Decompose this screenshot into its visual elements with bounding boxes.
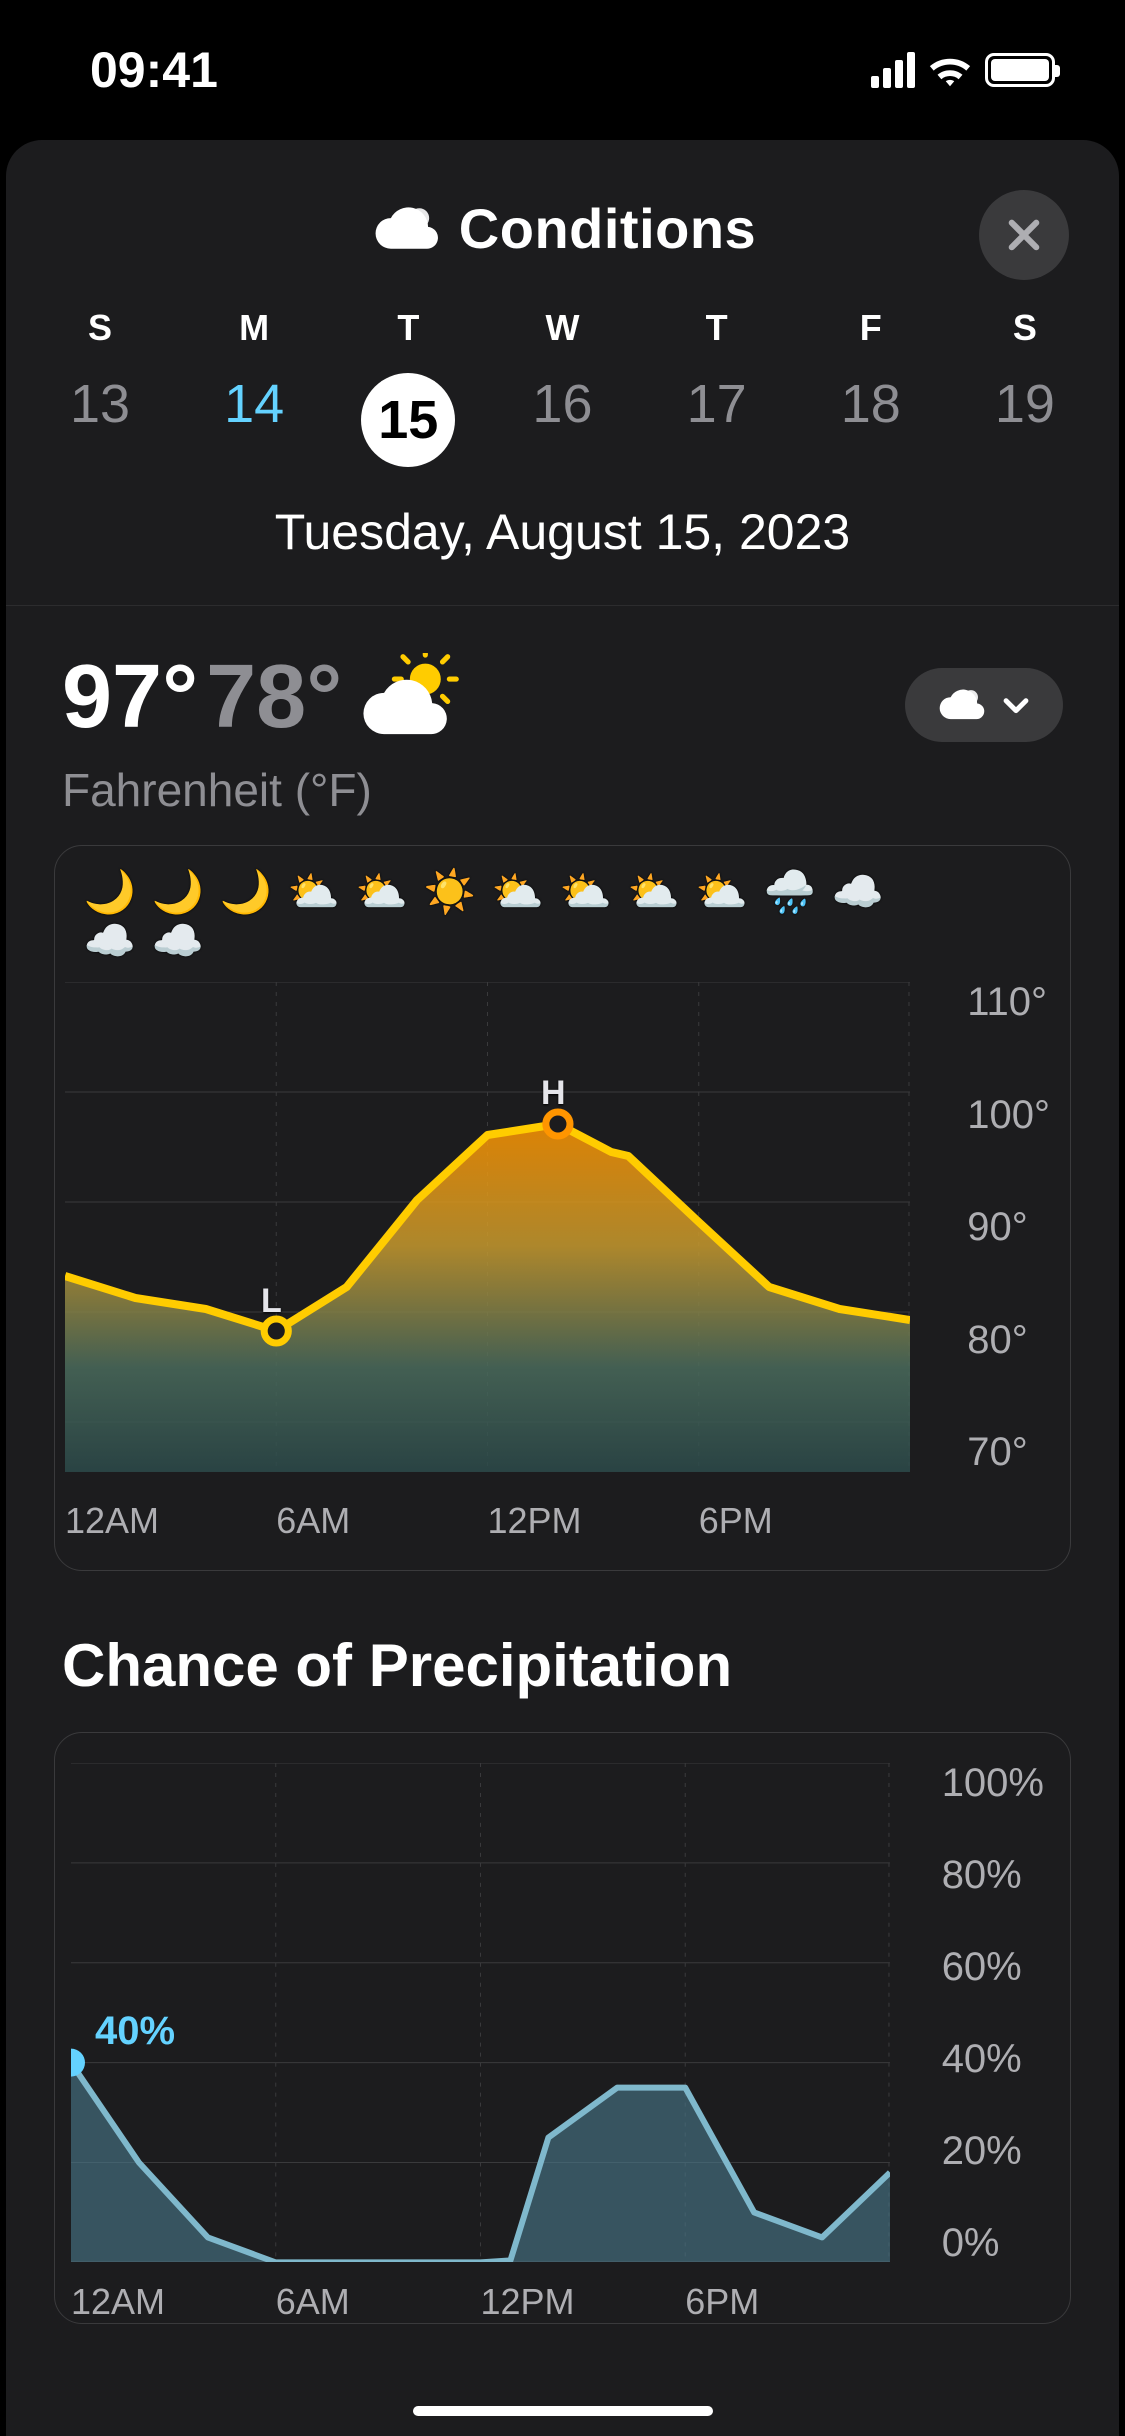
dow-label: S [1013, 307, 1037, 349]
day-col-1[interactable]: M 14 [204, 307, 304, 467]
dow-label: S [88, 307, 112, 349]
precip-y-axis: 100% 80% 60% 40% 20% 0% [942, 1763, 1044, 2263]
hourly-icon: ⛅ [691, 868, 753, 966]
day-number: 17 [687, 373, 747, 435]
day-col-5[interactable]: F 18 [821, 307, 921, 467]
temp-x-axis: 12AM 6AM 12PM 6PM [65, 1500, 910, 1542]
conditions-sheet: Conditions S 13 M 14 T 15 W 16 T 17 [6, 140, 1119, 2436]
unit-label: Fahrenheit (°F) [6, 759, 1119, 845]
summary-row: 97° 78° [6, 606, 1119, 759]
low-marker-label: L [261, 1282, 282, 1321]
dow-label: T [706, 307, 728, 349]
condition-selector-button[interactable] [905, 668, 1063, 742]
hourly-icon: ⛅ [623, 868, 685, 966]
cloud-icon [935, 686, 985, 724]
status-indicators [871, 52, 1055, 88]
temp-area-graph [65, 982, 910, 1472]
sheet-header: Conditions [6, 140, 1119, 291]
wifi-icon [927, 52, 973, 88]
day-number: 18 [841, 373, 901, 435]
day-col-3[interactable]: W 16 [512, 307, 612, 467]
day-number: 15 [361, 373, 455, 467]
hourly-icon: ⛅ [351, 868, 413, 966]
day-col-4[interactable]: T 17 [667, 307, 767, 467]
day-selector: S 13 M 14 T 15 W 16 T 17 F 18 S 19 [6, 291, 1119, 467]
full-date-label: Tuesday, August 15, 2023 [6, 467, 1119, 605]
battery-icon [985, 53, 1055, 87]
hourly-icon: 🌙☁️ [79, 868, 141, 966]
hi-lo-temps: 97° 78° [62, 646, 342, 749]
partly-sunny-icon [360, 653, 470, 743]
high-temp: 97° [62, 646, 198, 749]
close-icon [1003, 214, 1045, 256]
precip-chart-card[interactable]: 40% 100% 80% 60% 40% 20% 0% 12AM 6AM 12P… [54, 1732, 1071, 2324]
cellular-icon [871, 52, 915, 88]
day-col-2[interactable]: T 15 [358, 307, 458, 467]
temperature-chart-card[interactable]: 🌙☁️ 🌙☁️ 🌙 ⛅ ⛅ ☀️ ⛅ ⛅ ⛅ ⛅ 🌧️ ☁️ [54, 845, 1071, 1571]
status-bar: 09:41 [0, 0, 1125, 140]
dow-label: M [239, 307, 269, 349]
precip-area-graph [71, 1763, 890, 2262]
status-time: 09:41 [90, 41, 218, 99]
high-marker-label: H [541, 1074, 566, 1113]
hourly-icon: ☁️ [827, 868, 889, 966]
hourly-condition-icons: 🌙☁️ 🌙☁️ 🌙 ⛅ ⛅ ☀️ ⛅ ⛅ ⛅ ⛅ 🌧️ ☁️ [55, 868, 1070, 966]
hourly-icon: ☀️ [419, 868, 481, 966]
hourly-icon: ⛅ [487, 868, 549, 966]
low-temp: 78° [206, 646, 342, 749]
day-col-6[interactable]: S 19 [975, 307, 1075, 467]
day-col-0[interactable]: S 13 [50, 307, 150, 467]
day-number: 16 [532, 373, 592, 435]
close-button[interactable] [979, 190, 1069, 280]
precip-section-title: Chance of Precipitation [6, 1631, 1119, 1732]
hourly-icon: 🌙☁️ [147, 868, 209, 966]
dow-label: W [545, 307, 579, 349]
hourly-icon: 🌙 [215, 868, 277, 966]
precip-chart: 40% 100% 80% 60% 40% 20% 0% 12AM 6AM 12P… [55, 1763, 1070, 2323]
cloud-icon [369, 203, 439, 255]
day-number: 14 [224, 373, 284, 435]
hourly-icon: 🌧️ [759, 868, 821, 966]
hourly-icon: ⛅ [283, 868, 345, 966]
temperature-chart: L H 110° 100° 90° 80° 70° 12AM 6AM 12PM … [55, 982, 1070, 1542]
precip-x-axis: 12AM 6AM 12PM 6PM [71, 2281, 890, 2323]
chevron-down-icon [999, 688, 1033, 722]
hourly-icon: ⛅ [555, 868, 617, 966]
day-number: 19 [995, 373, 1055, 435]
precip-current-label: 40% [95, 2009, 175, 2054]
home-indicator[interactable] [413, 2406, 713, 2416]
temp-y-axis: 110° 100° 90° 80° 70° [967, 982, 1050, 1472]
day-number: 13 [70, 373, 130, 435]
dow-label: F [860, 307, 882, 349]
page-title: Conditions [369, 196, 756, 261]
dow-label: T [397, 307, 419, 349]
